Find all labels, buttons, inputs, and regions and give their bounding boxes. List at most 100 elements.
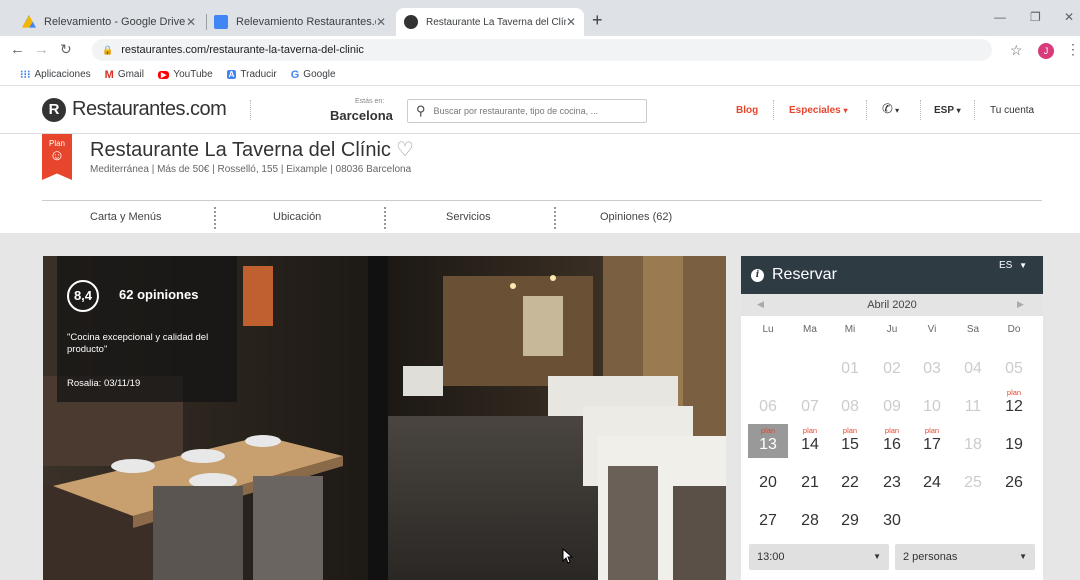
time-select[interactable]: 13:00 ▼ <box>749 544 889 570</box>
tab-docs[interactable]: Relevamiento Restaurantes.com ✕ <box>206 8 394 36</box>
logo-text[interactable]: Restaurantes.com <box>72 98 227 121</box>
calendar-day[interactable]: plan 16 <box>872 424 912 458</box>
calendar-day[interactable]: 20 <box>748 462 788 496</box>
bookmark-label: Traducir <box>240 69 277 80</box>
day-number: 06 <box>759 398 777 415</box>
reservation-title: Reservar <box>772 266 837 283</box>
blog-link[interactable]: Blog <box>736 105 758 116</box>
url-input[interactable]: 🔒 restaurantes.com/restaurante-la-tavern… <box>92 39 992 61</box>
tab-restaurant[interactable]: Restaurante La Taverna del Clínic ✕ <box>396 8 584 36</box>
close-window-icon[interactable]: ✕ <box>1064 10 1074 24</box>
caret-down-icon: ▼ <box>1019 552 1027 561</box>
restore-icon[interactable]: ❐ <box>1030 10 1041 24</box>
reservation-language-select[interactable]: ES ▼ <box>999 260 1027 271</box>
phone-icon[interactable]: ✆ ▾ <box>882 101 899 117</box>
tab-ubicacion[interactable]: Ubicación <box>273 211 321 223</box>
calendar-day[interactable]: 23 <box>872 462 912 496</box>
subnav-divider <box>554 207 556 229</box>
calendar-day[interactable]: 26 <box>994 462 1034 496</box>
language-label: ESP <box>934 105 954 116</box>
weekday-label: Sa <box>966 324 980 335</box>
close-tab-icon[interactable]: ✕ <box>376 15 386 29</box>
calendar-day: 18 <box>953 424 993 458</box>
review-author-date: Rosalia: 03/11/19 <box>67 378 141 389</box>
bookmark-gmail[interactable]: M Gmail <box>105 69 144 81</box>
weekday-label: Vi <box>927 324 937 335</box>
tab-google-drive[interactable]: Relevamiento - Google Drive ✕ <box>14 8 204 36</box>
plan-tag: plan <box>1006 388 1022 397</box>
day-number: 11 <box>964 398 982 415</box>
calendar-day[interactable]: 19 <box>994 424 1034 458</box>
calendar-day[interactable]: 24 <box>912 462 952 496</box>
bookmark-apps[interactable]: ⁝⁝⁝ Aplicaciones <box>20 68 91 81</box>
rating-overlay: 8,4 62 opiniones "Cocina excepcional y c… <box>57 256 237 402</box>
next-month-icon[interactable]: ▶ <box>1017 299 1024 310</box>
plan-tag: plan <box>760 426 776 435</box>
calendar-day[interactable]: plan 17 <box>912 424 952 458</box>
bookmark-google[interactable]: G Google <box>291 69 336 81</box>
mouse-cursor-icon <box>562 548 574 564</box>
favorite-heart-icon[interactable]: ♡ <box>396 137 414 162</box>
people-select[interactable]: 2 personas ▼ <box>895 544 1035 570</box>
day-number: 16 <box>883 436 901 453</box>
translate-icon: A <box>226 70 237 79</box>
day-number: 12 <box>1005 398 1023 415</box>
prev-month-icon[interactable]: ◀ <box>757 299 764 310</box>
close-tab-icon[interactable]: ✕ <box>566 15 576 29</box>
new-tab-icon[interactable]: + <box>592 11 603 29</box>
close-tab-icon[interactable]: ✕ <box>186 15 196 29</box>
day-number: 15 <box>841 436 859 453</box>
calendar-day[interactable]: 21 <box>790 462 830 496</box>
reload-icon[interactable]: ↻ <box>60 41 72 58</box>
rating-score: 8,4 <box>67 280 99 312</box>
day-number: 20 <box>759 474 777 491</box>
chevron-down-icon: ▾ <box>843 106 848 115</box>
reviews-count[interactable]: 62 opiniones <box>119 287 198 302</box>
apps-icon: ⁝⁝⁝ <box>20 69 31 81</box>
tab-servicios[interactable]: Servicios <box>446 211 491 223</box>
time-value: 13:00 <box>757 551 785 563</box>
city-selector[interactable]: Barcelona <box>330 108 393 123</box>
calendar-day[interactable]: 22 <box>830 462 870 496</box>
plan-badge-label: Plan <box>48 139 65 148</box>
forward-icon[interactable]: → <box>34 41 49 58</box>
reservation-panel: i Reservar ES ▼ Abril 2020 ◀ ▶ Lu Ma Mi Ju V… <box>741 256 1043 580</box>
weekday-label: Ju <box>886 324 898 335</box>
tab-carta-menus[interactable]: Carta y Menús <box>90 211 162 223</box>
info-icon[interactable]: i <box>751 269 764 282</box>
calendar-day[interactable]: 27 <box>748 500 788 534</box>
review-quote: "Cocina excepcional y calidad del produc… <box>67 332 209 355</box>
day-number: 30 <box>883 512 901 529</box>
gmail-icon: M <box>104 68 114 81</box>
minimize-icon[interactable]: — <box>994 10 1006 24</box>
calendar-day[interactable]: plan 15 <box>830 424 870 458</box>
calendar-day[interactable]: 30 <box>872 500 912 534</box>
calendar-day[interactable]: plan 12 <box>994 386 1034 420</box>
menu-icon[interactable]: ⋮ <box>1066 41 1080 58</box>
calendar-day[interactable]: 28 <box>790 500 830 534</box>
calendar-day[interactable]: plan 13 <box>748 424 788 458</box>
tab-opiniones[interactable]: Opiniones (62) <box>600 211 672 223</box>
language-menu[interactable]: ESP ▾ <box>934 105 961 116</box>
calendar-day[interactable]: plan 14 <box>790 424 830 458</box>
bookmark-translate[interactable]: A Traducir <box>226 69 277 80</box>
smiley-icon: ☺ <box>49 147 65 164</box>
calendar-day: 02 <box>872 348 912 382</box>
bookmark-star-icon[interactable]: ☆ <box>1010 42 1023 59</box>
plan-badge: Plan ☺ <box>42 134 72 180</box>
calendar-day[interactable]: 29 <box>830 500 870 534</box>
profile-avatar[interactable]: J <box>1038 43 1054 59</box>
day-number: 28 <box>801 512 819 529</box>
lock-icon: 🔒 <box>102 44 114 55</box>
weekday-label: Ma <box>803 324 817 335</box>
logo-mark[interactable]: R <box>42 98 66 122</box>
especiales-menu[interactable]: Especiales ▾ <box>789 105 848 116</box>
search-input[interactable]: ⚲ Buscar por restaurante, tipo de cocina… <box>407 99 647 123</box>
account-link[interactable]: Tu cuenta <box>990 105 1034 116</box>
day-number: 02 <box>883 360 901 377</box>
reservation-header: i Reservar ES ▼ <box>741 256 1043 294</box>
restaurantes-favicon <box>404 15 418 29</box>
bookmark-youtube[interactable]: ▶ YouTube <box>157 69 213 80</box>
weekday-label: Do <box>1007 324 1021 335</box>
back-icon[interactable]: ← <box>10 41 25 58</box>
